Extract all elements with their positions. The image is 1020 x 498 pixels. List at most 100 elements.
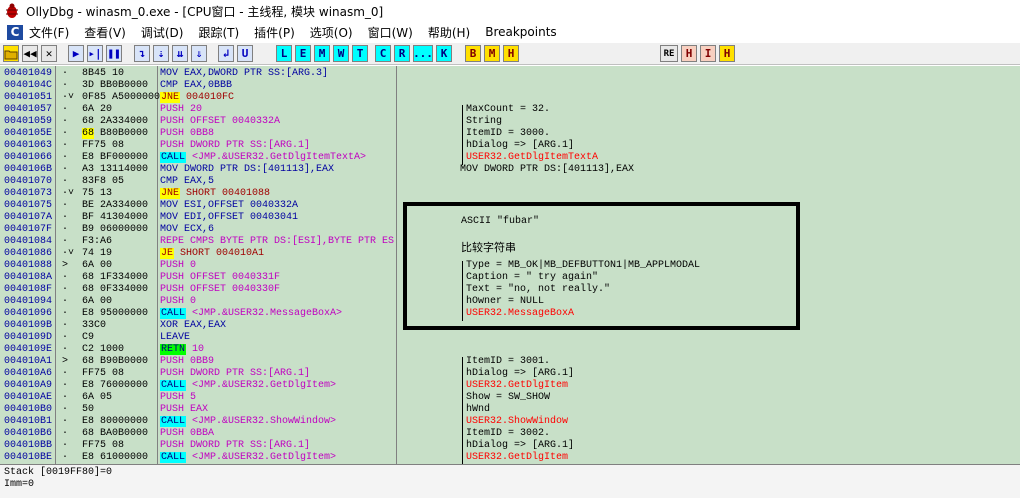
instruction-cell[interactable]: MOV EAX,DWORD PTR SS:[ARG.3] [160, 68, 328, 80]
address-cell[interactable]: 0040106B [4, 164, 52, 176]
address-cell[interactable]: 00401088 [4, 260, 52, 272]
hardware-breakpoints-button[interactable]: H [503, 45, 519, 62]
instruction-cell[interactable]: CALL <JMP.&USER32.GetDlgItem> [160, 380, 336, 392]
breakpoints-button[interactable]: B [465, 45, 481, 62]
instruction-cell[interactable]: PUSH DWORD PTR SS:[ARG.1] [160, 140, 310, 152]
address-cell[interactable]: 004010AE [4, 392, 52, 404]
hex-cell[interactable]: ·˅ 0F85 A5000000 [56, 92, 160, 104]
hex-cell[interactable]: · F3:A6 [56, 236, 157, 248]
address-cell[interactable]: 004010B6 [4, 428, 52, 440]
address-cell[interactable]: 004010BE [4, 452, 52, 464]
address-cell[interactable]: 0040109E [4, 344, 52, 356]
re-plugin-button[interactable]: RE [660, 45, 678, 62]
instruction-cell[interactable]: PUSH OFFSET 0040331F [160, 272, 280, 284]
instruction-cell[interactable]: PUSH 20 [160, 104, 202, 116]
hex-cell[interactable]: · 68 B80B0000 [56, 128, 157, 140]
instruction-cell[interactable]: MOV DWORD PTR DS:[401113],EAX [160, 164, 334, 176]
hex-plugin-button[interactable]: H [719, 45, 735, 62]
hex-cell[interactable]: · 68 1F334000 [56, 272, 157, 284]
hex-cell[interactable]: · 6A 20 [56, 104, 157, 116]
address-cell[interactable]: 004010A1 [4, 356, 52, 368]
run-icon[interactable]: ▶ [68, 45, 84, 62]
rewind-icon[interactable]: ◀◀ [22, 45, 38, 62]
instruction-cell[interactable]: JNE 004010FC [160, 92, 234, 104]
address-cell[interactable]: 00401070 [4, 176, 52, 188]
address-cell[interactable]: 00401075 [4, 200, 52, 212]
instruction-cell[interactable]: MOV ESI,OFFSET 0040332A [160, 200, 298, 212]
address-cell[interactable]: 00401057 [4, 104, 52, 116]
hex-cell[interactable]: · 68 0F334000 [56, 284, 157, 296]
address-cell[interactable]: 004010BB [4, 440, 52, 452]
animate-over-icon[interactable]: ⇓ [191, 45, 207, 62]
run-thread-icon[interactable]: ▸| [87, 45, 103, 62]
hex-cell[interactable]: · E8 76000000 [56, 380, 157, 392]
instruction-cell[interactable]: XOR EAX,EAX [160, 320, 226, 332]
address-cell[interactable]: 00401096 [4, 308, 52, 320]
address-cell[interactable]: 00401063 [4, 140, 52, 152]
address-cell[interactable]: 0040107A [4, 212, 52, 224]
address-cell[interactable]: 00401066 [4, 152, 52, 164]
executable-modules-button[interactable]: E [295, 45, 311, 62]
menu-window[interactable]: 窗口(W) [368, 24, 413, 41]
instruction-cell[interactable]: PUSH OFFSET 0040330F [160, 284, 280, 296]
hex-cell[interactable]: ·˅ 75 13 [56, 188, 157, 200]
address-cell[interactable]: 004010B0 [4, 404, 52, 416]
cpu-window-icon[interactable]: C [7, 24, 23, 40]
cpu-button[interactable]: C [375, 45, 391, 62]
hex-cell[interactable]: >6A 00 [56, 260, 157, 272]
hex-cell[interactable]: · BE 2A334000 [56, 200, 157, 212]
menu-help[interactable]: 帮助(H) [428, 24, 470, 41]
address-cell[interactable]: 00401094 [4, 296, 52, 308]
hex-cell[interactable]: · 68 BA0B0000 [56, 428, 157, 440]
hex-cell[interactable]: · FF75 08 [56, 368, 157, 380]
address-cell[interactable]: 0040107F [4, 224, 52, 236]
pause-icon[interactable]: ❚❚ [106, 45, 122, 62]
instruction-cell[interactable]: CALL <JMP.&USER32.MessageBoxA> [160, 308, 342, 320]
hex-cell[interactable]: · 33C0 [56, 320, 157, 332]
instruction-cell[interactable]: JE SHORT 004010A1 [160, 248, 264, 260]
execute-till-user-code-icon[interactable]: U [237, 45, 253, 62]
instruction-cell[interactable]: PUSH 0BBA [160, 428, 214, 440]
hex-cell[interactable]: · E8 80000000 [56, 416, 157, 428]
instruction-cell[interactable]: CALL <JMP.&USER32.GetDlgItem> [160, 452, 336, 464]
address-cell[interactable]: 004010B1 [4, 416, 52, 428]
address-cell[interactable]: 0040108A [4, 272, 52, 284]
address-cell[interactable]: 0040109B [4, 320, 52, 332]
run-trace-button[interactable]: ... [413, 45, 433, 62]
instruction-cell[interactable]: CALL <JMP.&USER32.GetDlgItemTextA> [160, 152, 366, 164]
close-icon[interactable]: ✕ [41, 45, 57, 62]
memory-map-button[interactable]: M [314, 45, 330, 62]
instruction-cell[interactable]: JNE SHORT 00401088 [160, 188, 270, 200]
execute-till-return-icon[interactable]: ↲ [218, 45, 234, 62]
menu-breakpoints[interactable]: Breakpoints [485, 25, 556, 39]
instruction-cell[interactable]: PUSH EAX [160, 404, 208, 416]
hex-cell[interactable]: · 3D BB0B0000 [56, 80, 157, 92]
memory-breakpoints-button[interactable]: M [484, 45, 500, 62]
menu-file[interactable]: 文件(F) [29, 24, 69, 41]
address-cell[interactable]: 0040109D [4, 332, 52, 344]
hex-cell[interactable]: · 6A 05 [56, 392, 157, 404]
instruction-cell[interactable]: PUSH 0BB8 [160, 128, 214, 140]
hex-cell[interactable]: · 6A 00 [56, 296, 157, 308]
hex-cell[interactable]: · 68 2A334000 [56, 116, 157, 128]
instruction-cell[interactable]: PUSH DWORD PTR SS:[ARG.1] [160, 440, 310, 452]
menu-plugins[interactable]: 插件(P) [254, 24, 295, 41]
step-over-icon[interactable]: ⇣ [153, 45, 169, 62]
menu-view[interactable]: 查看(V) [84, 24, 126, 41]
menu-trace[interactable]: 跟踪(T) [198, 24, 239, 41]
instruction-cell[interactable]: PUSH 0 [160, 260, 196, 272]
instruction-cell[interactable]: PUSH 0 [160, 296, 196, 308]
hex-cell[interactable]: · A3 13114000 [56, 164, 157, 176]
instruction-cell[interactable]: RETN 10 [160, 344, 204, 356]
address-cell[interactable]: 004010A6 [4, 368, 52, 380]
log-window-button[interactable]: L [276, 45, 292, 62]
instruction-cell[interactable]: MOV ECX,6 [160, 224, 214, 236]
open-folder-icon[interactable] [3, 45, 19, 62]
instruction-cell[interactable]: PUSH DWORD PTR SS:[ARG.1] [160, 368, 310, 380]
address-cell[interactable]: 004010A9 [4, 380, 52, 392]
hex-cell[interactable]: · 8B45 10 [56, 68, 157, 80]
hex-cell[interactable]: · BF 41304000 [56, 212, 157, 224]
hide-plugin-button[interactable]: H [681, 45, 697, 62]
call-stack-button[interactable]: K [436, 45, 452, 62]
instruction-cell[interactable]: CMP EAX,5 [160, 176, 214, 188]
